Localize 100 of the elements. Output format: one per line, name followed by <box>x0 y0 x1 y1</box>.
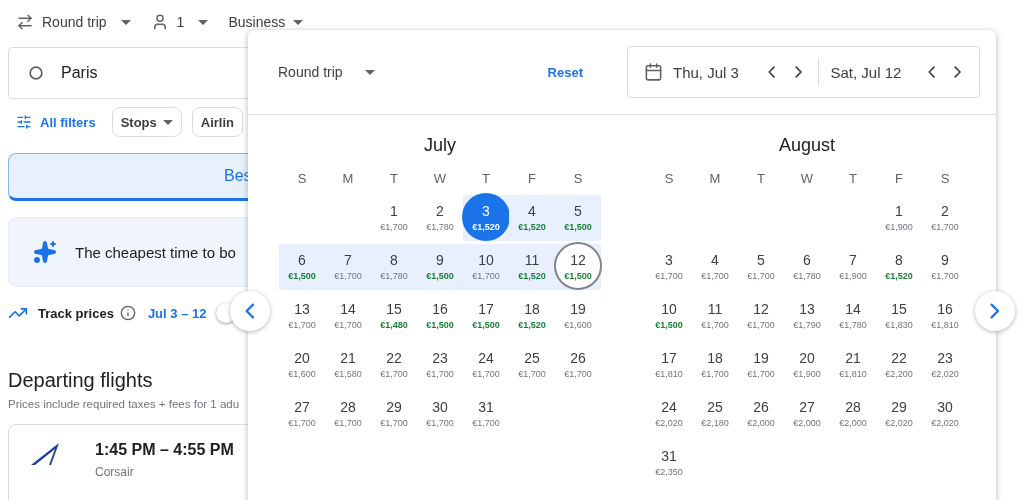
calendar-day[interactable]: 29 €2,020 <box>876 390 922 437</box>
calendar-day[interactable]: 18 €1,520 <box>509 292 555 339</box>
trip-type-dropdown[interactable]: Round trip <box>278 64 375 80</box>
calendar-day[interactable]: 19 €1,700 <box>738 341 784 388</box>
calendar-day[interactable]: 2 €1,700 <box>922 194 968 241</box>
calendar-day[interactable]: 4 €1,520 <box>509 194 555 241</box>
calendar-day[interactable]: 21 €1,580 <box>325 341 371 388</box>
calendar-day[interactable]: 27 €2,000 <box>784 390 830 437</box>
month-title: July <box>423 135 457 157</box>
calendar-day[interactable]: 8 €1,780 <box>371 243 417 290</box>
day-price: €1,520 <box>518 271 546 281</box>
calendar-day[interactable]: 7 €1,900 <box>830 243 876 290</box>
calendar-day[interactable]: 11 €1,700 <box>692 292 738 339</box>
calendar-day[interactable]: 14 €1,780 <box>830 292 876 339</box>
day-number: 2 <box>941 203 949 219</box>
calendar-day[interactable]: 27 €1,700 <box>279 390 325 437</box>
cabin-dropdown[interactable]: Business <box>228 14 304 30</box>
day-number: 4 <box>528 203 536 219</box>
calendar-day[interactable]: 6 €1,780 <box>784 243 830 290</box>
calendar-day[interactable]: 23 €1,700 <box>417 341 463 388</box>
calendar-day[interactable]: 24 €2,020 <box>646 390 692 437</box>
day-number: 1 <box>895 203 903 219</box>
calendar-day[interactable]: 5 €1,500 <box>555 194 601 241</box>
calendar-day[interactable]: 20 €1,600 <box>279 341 325 388</box>
next-month-button[interactable] <box>975 291 1015 331</box>
reset-button[interactable]: Reset <box>541 63 589 81</box>
calendar-day[interactable]: 23 €2,020 <box>922 341 968 388</box>
calendar-day[interactable]: 21 €1,810 <box>830 341 876 388</box>
calendar-day[interactable]: 16 €1,810 <box>922 292 968 339</box>
calendar-day[interactable]: 13 €1,790 <box>784 292 830 339</box>
calendar-day[interactable]: 12 €1,700 <box>738 292 784 339</box>
price-note: Prices include required taxes + fees for 1 adu <box>8 398 240 410</box>
previous-month-button[interactable] <box>230 291 270 331</box>
day-price: €1,600 <box>564 320 592 330</box>
day-number: 6 <box>298 252 306 268</box>
day-number: 17 <box>478 301 494 317</box>
filter-chip[interactable]: Stops <box>111 107 182 137</box>
calendar-day[interactable]: 12 €1,500 <box>555 243 601 290</box>
calendar-day[interactable]: 22 €1,700 <box>371 341 417 388</box>
calendar-day[interactable]: 1 €1,900 <box>876 194 922 241</box>
day-price: €2,020 <box>885 418 913 428</box>
calendar-day[interactable]: 3 €1,520 <box>463 194 509 241</box>
calendar-day[interactable]: 1 €1,700 <box>371 194 417 241</box>
calendar-day[interactable]: 22 €2,200 <box>876 341 922 388</box>
calendar-day[interactable]: 31 €2,350 <box>646 439 692 486</box>
calendar-day[interactable]: 17 €1,810 <box>646 341 692 388</box>
calendar-day[interactable]: 30 €1,700 <box>417 390 463 437</box>
calendar-day[interactable]: 19 €1,600 <box>555 292 601 339</box>
day-number: 13 <box>799 301 815 317</box>
calendar-day[interactable]: 10 €1,700 <box>463 243 509 290</box>
calendar-day[interactable]: 14 €1,700 <box>325 292 371 339</box>
calendar-day[interactable]: 26 €2,000 <box>738 390 784 437</box>
calendar-day[interactable]: 17 €1,500 <box>463 292 509 339</box>
calendar-day[interactable]: 2 €1,780 <box>417 194 463 241</box>
calendar-day[interactable]: 10 €1,500 <box>646 292 692 339</box>
calendar-day[interactable]: 26 €1,700 <box>555 341 601 388</box>
day-price: €2,000 <box>793 418 821 428</box>
calendar-day[interactable]: 29 €1,700 <box>371 390 417 437</box>
calendar-day[interactable]: 20 €1,900 <box>784 341 830 388</box>
calendar-day[interactable]: 5 €1,700 <box>738 243 784 290</box>
calendar-day[interactable]: 15 €1,830 <box>876 292 922 339</box>
weekday-label: T <box>848 170 858 188</box>
calendar-day[interactable]: 24 €1,700 <box>463 341 509 388</box>
calendar-day[interactable]: 11 €1,520 <box>509 243 555 290</box>
day-number: 7 <box>849 252 857 268</box>
calendar-day[interactable]: 15 €1,480 <box>371 292 417 339</box>
day-number: 27 <box>294 399 310 415</box>
day-number: 23 <box>937 350 953 366</box>
all-filters-button[interactable]: All filters <box>8 114 100 130</box>
calendar-day[interactable]: 28 €2,000 <box>830 390 876 437</box>
info-icon[interactable] <box>119 305 136 321</box>
chevron-left-icon <box>927 66 935 78</box>
calendar-day[interactable]: 7 €1,700 <box>325 243 371 290</box>
calendar-day[interactable]: 18 €1,700 <box>692 341 738 388</box>
trip-type-dropdown[interactable]: Round trip <box>16 13 131 31</box>
filter-chip[interactable]: Airlin <box>191 107 243 137</box>
weekday-label: T <box>389 170 399 188</box>
day-number: 20 <box>294 350 310 366</box>
calendar-day[interactable]: 4 €1,700 <box>692 243 738 290</box>
calendar-day[interactable]: 30 €2,020 <box>922 390 968 437</box>
calendar-day[interactable]: 8 €1,520 <box>876 243 922 290</box>
day-number: 14 <box>845 301 861 317</box>
calendar-day[interactable]: 9 €1,500 <box>417 243 463 290</box>
calendar-day[interactable]: 6 €1,500 <box>279 243 325 290</box>
calendar-day[interactable]: 28 €1,700 <box>325 390 371 437</box>
calendar-day[interactable]: 13 €1,700 <box>279 292 325 339</box>
calendar-day[interactable]: 3 €1,700 <box>646 243 692 290</box>
section-title: Departing flights <box>8 369 153 392</box>
date-range-field[interactable]: Thu, Jul 3 Sat, Jul 12 <box>627 46 980 98</box>
departure-date: Thu, Jul 3 <box>673 63 740 81</box>
day-price: €1,700 <box>931 222 959 232</box>
calendar-day[interactable]: 25 €2,180 <box>692 390 738 437</box>
calendar-day[interactable]: 31 €1,700 <box>463 390 509 437</box>
calendar-day[interactable]: 16 €1,500 <box>417 292 463 339</box>
day-price: €1,500 <box>426 320 454 330</box>
calendar-day[interactable]: 9 €1,700 <box>922 243 968 290</box>
day-number: 15 <box>891 301 907 317</box>
calendar-day[interactable]: 25 €1,700 <box>509 341 555 388</box>
day-price: €1,500 <box>472 320 500 330</box>
passengers-dropdown[interactable]: 1 <box>150 13 209 31</box>
